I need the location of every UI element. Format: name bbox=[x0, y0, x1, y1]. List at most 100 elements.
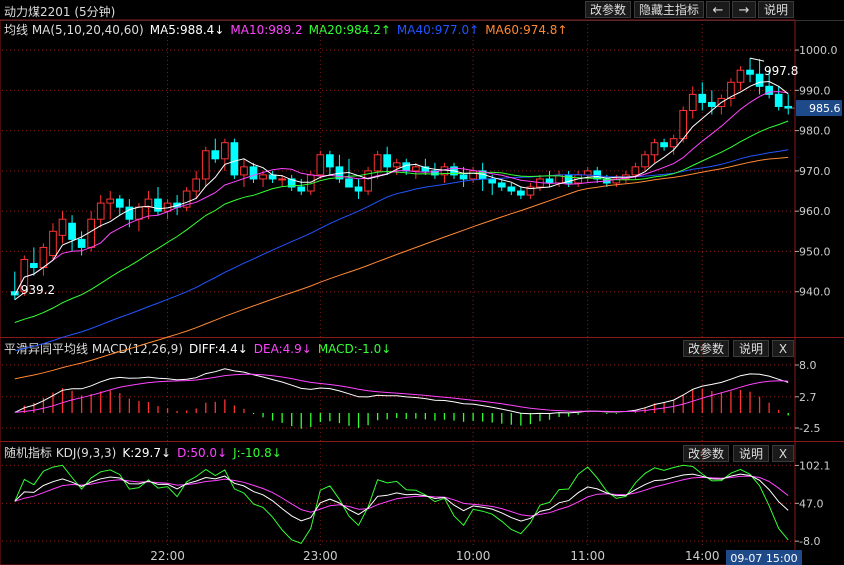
candle-body-up bbox=[411, 166, 420, 172]
help-button[interactable]: 说明 bbox=[758, 1, 794, 18]
macd-close-icon[interactable]: X bbox=[772, 340, 794, 357]
candle-body-up bbox=[469, 170, 477, 180]
candle-body-down bbox=[173, 202, 181, 208]
ma20-value: MA20:984.2↑ bbox=[308, 23, 391, 37]
ytick-label: 1000.0 bbox=[799, 44, 838, 57]
candle-body-up bbox=[306, 174, 315, 192]
ytick-label: 990.0 bbox=[799, 84, 831, 97]
back-arrow-icon[interactable]: ← bbox=[706, 1, 730, 18]
candle-body-down bbox=[297, 186, 306, 192]
candle-body-down bbox=[431, 170, 439, 176]
candle-body-up bbox=[440, 166, 449, 176]
candle-body-down bbox=[10, 291, 19, 296]
candle-body-up bbox=[240, 166, 248, 176]
candle-body-down bbox=[765, 85, 773, 95]
candle-body-down bbox=[707, 101, 716, 107]
window-titlebar: 动力煤2201 (5分钟) 改参数 隐藏主指标 ← → 说明 bbox=[0, 0, 844, 21]
candle-body-up bbox=[87, 218, 96, 248]
hide-main-indicator-button[interactable]: 隐藏主指标 bbox=[634, 1, 704, 18]
kdj-close-icon[interactable]: X bbox=[772, 445, 794, 462]
j-value: J:-10.8↓ bbox=[233, 446, 282, 460]
macd-help-button[interactable]: 说明 bbox=[733, 340, 769, 357]
change-params-button[interactable]: 改参数 bbox=[585, 1, 631, 18]
k-value: K:29.7↓ bbox=[122, 446, 172, 460]
low-pointer bbox=[14, 293, 24, 301]
kdj-change-params-button[interactable]: 改参数 bbox=[683, 445, 729, 462]
candle-body-up bbox=[574, 174, 582, 184]
candle-body-up bbox=[221, 142, 229, 160]
ytick-label: 980.0 bbox=[799, 125, 831, 138]
macd-ytick-label: -2.5 bbox=[799, 422, 820, 435]
candle-body-down bbox=[497, 182, 506, 188]
kdj-help-button[interactable]: 说明 bbox=[733, 445, 769, 462]
ma40-value: MA40:977.0↑ bbox=[396, 23, 480, 37]
candle-body-up bbox=[192, 178, 201, 192]
kdj-ytick-label: 47.0 bbox=[799, 497, 824, 510]
candle-body-down bbox=[30, 263, 38, 269]
ma10-line bbox=[14, 91, 789, 296]
chart-grid bbox=[0, 19, 796, 565]
candle-body-down bbox=[564, 174, 573, 184]
candle-body-up bbox=[583, 170, 592, 176]
ma10-value: MA10:989.2 bbox=[230, 23, 303, 37]
candle-body-up bbox=[182, 190, 191, 208]
macd-legend-label: 平滑异同平均线 MACD(12,26,9) bbox=[4, 342, 183, 356]
candle-body-up bbox=[163, 202, 172, 212]
ma-legend: 均线 MA(5,10,20,40,60) MA5:988.4↓ MA10:989.2… bbox=[4, 21, 574, 38]
candle-body-down bbox=[488, 178, 497, 184]
candle-body-down bbox=[507, 186, 516, 192]
kdj-ytick-label: -8.0 bbox=[799, 535, 820, 548]
kline-chart[interactable]: 1000.0 990.0 980.0 970.0 960.0 950.0 940.0 8.0 2… bbox=[0, 0, 844, 565]
candle-body-down bbox=[517, 190, 525, 196]
ma60-value: MA60:974.8↑ bbox=[485, 23, 568, 37]
candle-body-down bbox=[125, 206, 134, 220]
candle-body-up bbox=[96, 202, 105, 220]
kdj-legend: 随机指标 KDJ(9,3,3) K:29.7↓ D:50.0↓ J:-10.8↓ bbox=[4, 444, 288, 461]
candle-body-up bbox=[641, 154, 649, 168]
candle-body-up bbox=[373, 154, 382, 172]
kdj-divider bbox=[0, 441, 844, 442]
price-labels: 997.8 939.2 985.6 09-07 15:00 bbox=[14, 57, 842, 565]
candle-body-down bbox=[77, 238, 86, 248]
macd-legend: 平滑异同平均线 MACD(12,26,9) DIFF:4.4↓ DEA:4.9↓ MA… bbox=[4, 340, 397, 357]
ma-legend-label: 均线 MA(5,10,20,40,60) bbox=[4, 23, 144, 37]
candle-body-down bbox=[402, 162, 411, 172]
candle-body-up bbox=[555, 174, 563, 184]
candle-body-down bbox=[459, 174, 468, 180]
diff-value: DIFF:4.4↓ bbox=[188, 342, 248, 356]
ytick-label: 950.0 bbox=[799, 245, 831, 258]
candle-body-up bbox=[201, 150, 210, 180]
ytick-label: 970.0 bbox=[799, 165, 831, 178]
ma40-line bbox=[14, 149, 789, 352]
j-line bbox=[14, 464, 789, 545]
candle-body-up bbox=[736, 69, 745, 83]
candle-body-up bbox=[650, 142, 659, 156]
candle-body-down bbox=[660, 142, 668, 148]
candle-body-up bbox=[727, 81, 735, 99]
candle-body-down bbox=[383, 154, 392, 168]
candle-body-down bbox=[784, 105, 793, 109]
macd-change-params-button[interactable]: 改参数 bbox=[683, 340, 729, 357]
candle-body-down bbox=[354, 186, 363, 192]
candlestick-pane bbox=[10, 58, 793, 380]
candle-body-down bbox=[249, 166, 258, 180]
candle-body-down bbox=[211, 150, 220, 160]
candle-body-up bbox=[20, 258, 29, 293]
candle-body-down bbox=[326, 154, 334, 168]
axes: 1000.0 990.0 980.0 970.0 960.0 950.0 940.0 8.0 2… bbox=[150, 44, 837, 563]
kdj-pane bbox=[14, 464, 789, 545]
candle-body-down bbox=[335, 166, 344, 180]
ma20-line bbox=[14, 120, 789, 323]
d-line bbox=[14, 475, 789, 517]
candle-body-up bbox=[106, 198, 115, 204]
candle-body-up bbox=[669, 138, 678, 148]
macd-pane bbox=[14, 368, 789, 429]
high-label: 997.8 bbox=[764, 64, 798, 78]
forward-arrow-icon[interactable]: → bbox=[732, 1, 756, 18]
ytick-label: 940.0 bbox=[799, 286, 831, 299]
plot-frame bbox=[0, 19, 796, 565]
candle-body-down bbox=[774, 93, 783, 107]
last-price-tag bbox=[796, 100, 842, 117]
candle-body-up bbox=[526, 186, 535, 196]
window-title: 动力煤2201 (5分钟) bbox=[4, 5, 116, 19]
